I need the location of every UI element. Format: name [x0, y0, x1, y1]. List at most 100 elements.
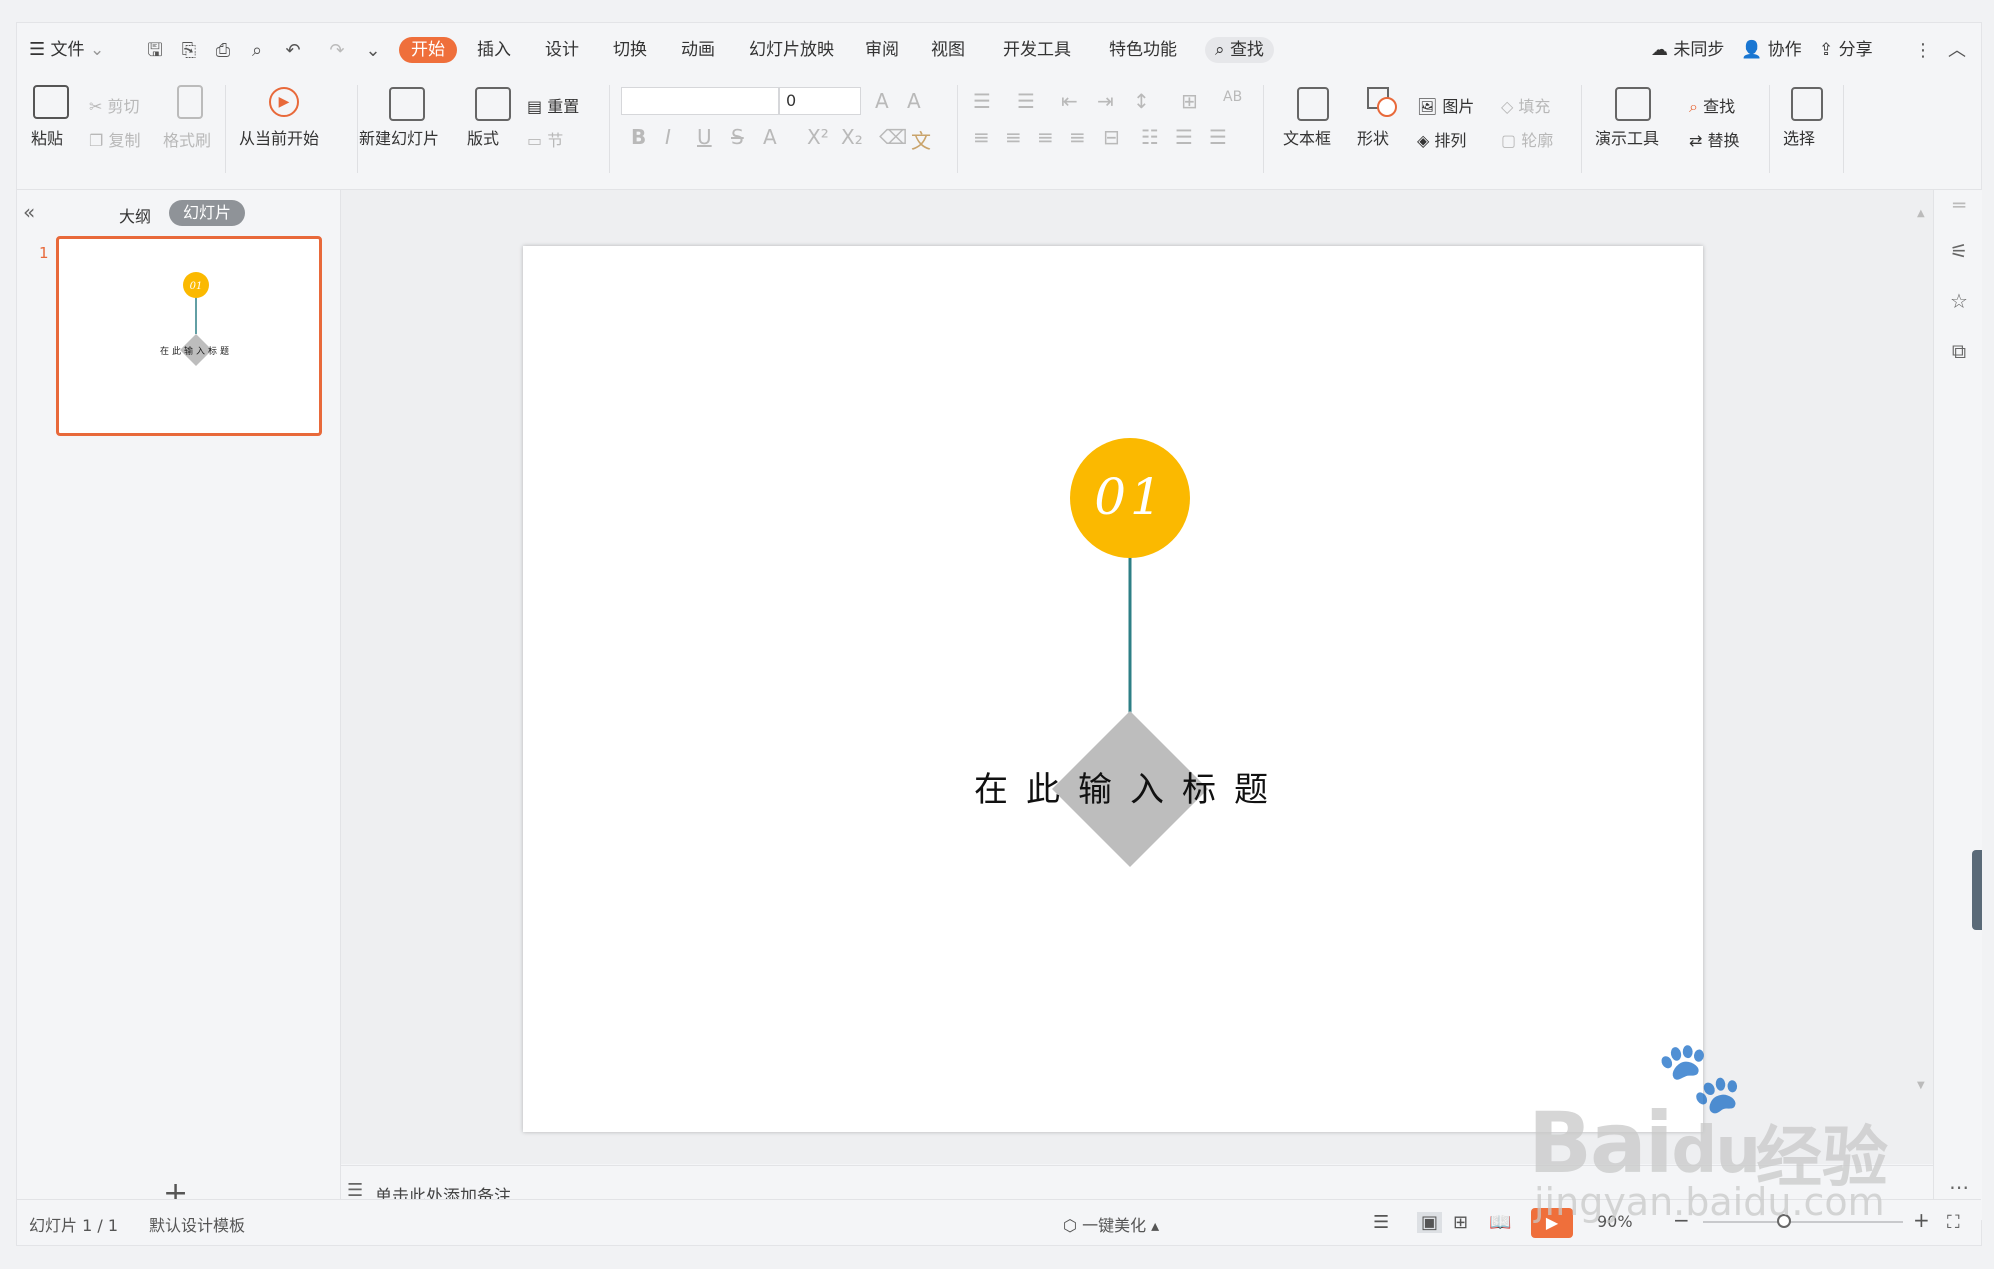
- paste-button[interactable]: 粘贴: [31, 125, 63, 149]
- paragraph-spacing-icon[interactable]: ☰: [1175, 125, 1193, 149]
- replace-button[interactable]: ⇄ 替换: [1689, 127, 1740, 151]
- print-icon[interactable]: ⎙: [213, 41, 233, 61]
- italic-icon[interactable]: I: [665, 125, 671, 149]
- bold-icon[interactable]: B: [631, 125, 646, 149]
- eraser-icon[interactable]: ⌫: [879, 125, 907, 149]
- strikethrough-icon[interactable]: S: [731, 125, 744, 149]
- notes-toggle-icon[interactable]: ☰: [1373, 1212, 1389, 1233]
- tab-special[interactable]: 特色功能: [1109, 37, 1177, 63]
- redo-icon[interactable]: ↷: [327, 41, 347, 61]
- paste-icon[interactable]: [33, 85, 69, 119]
- align-center-icon[interactable]: ≡: [1005, 125, 1022, 149]
- file-menu[interactable]: ☰ 文件 ⌄: [29, 37, 104, 63]
- present-tools-button[interactable]: 演示工具: [1595, 125, 1659, 149]
- animation-star-icon[interactable]: ☆: [1948, 290, 1970, 312]
- font-size-select[interactable]: 0: [779, 87, 861, 115]
- tab-insert[interactable]: 插入: [477, 37, 511, 63]
- tab-transitions[interactable]: 切换: [613, 37, 647, 63]
- picture-button[interactable]: 🖼 图片: [1417, 93, 1474, 117]
- tab-review[interactable]: 审阅: [865, 37, 899, 63]
- from-current-button[interactable]: 从当前开始: [239, 125, 319, 149]
- align-left-icon[interactable]: ≡: [973, 125, 990, 149]
- decrease-indent-icon[interactable]: ⇤: [1061, 89, 1078, 113]
- drag-handle-icon[interactable]: ═: [1948, 194, 1970, 216]
- share-button[interactable]: ⇪ 分享: [1819, 37, 1873, 63]
- customize-toolbar-icon[interactable]: ⌄: [363, 41, 383, 61]
- tab-design[interactable]: 设计: [545, 37, 579, 63]
- superscript-icon[interactable]: X²: [807, 125, 829, 149]
- shape-button[interactable]: 形状: [1357, 125, 1389, 149]
- grow-font-icon[interactable]: A: [875, 89, 889, 113]
- font-name-select[interactable]: [621, 87, 779, 115]
- find-button[interactable]: ⌕ 查找: [1689, 93, 1735, 117]
- layout-button[interactable]: 版式: [467, 125, 499, 149]
- save-icon[interactable]: 🖫: [145, 41, 165, 61]
- copy-button[interactable]: ❐ 复制: [89, 127, 140, 151]
- text-direction-icon[interactable]: ⊞: [1181, 89, 1198, 113]
- phonetic-icon[interactable]: 文: [911, 125, 931, 154]
- underline-icon[interactable]: U: [697, 125, 712, 149]
- copy-icon: ❐: [89, 131, 104, 150]
- divider: [609, 85, 610, 173]
- tab-slideshow[interactable]: 幻灯片放映: [749, 37, 834, 63]
- fit-window-icon[interactable]: ⛶: [1947, 1212, 1960, 1233]
- tab-animations[interactable]: 动画: [681, 37, 715, 63]
- collapse-ribbon-icon[interactable]: ︿: [1947, 41, 1967, 61]
- tab-slides[interactable]: 幻灯片: [169, 200, 246, 226]
- vertical-scrollbar[interactable]: ▲ ▼: [1917, 200, 1925, 1150]
- search-box[interactable]: ⌕ 查找: [1205, 37, 1274, 63]
- new-slide-button[interactable]: 新建幻灯片: [359, 125, 439, 149]
- shrink-font-icon[interactable]: A: [907, 89, 921, 113]
- align-right-icon[interactable]: ≡: [1037, 125, 1054, 149]
- format-painter-button[interactable]: 格式刷: [163, 127, 211, 151]
- reset-label: 重置: [547, 97, 580, 116]
- line-spacing-icon[interactable]: ↕: [1133, 89, 1150, 113]
- slide-sorter-icon[interactable]: ⊞: [1453, 1212, 1468, 1233]
- subscript-icon[interactable]: X₂: [841, 125, 863, 149]
- fill-button[interactable]: ◇ 填充: [1501, 93, 1550, 117]
- section-button[interactable]: ▭ 节: [527, 127, 563, 151]
- paragraph-options-icon[interactable]: ☰: [1209, 125, 1227, 149]
- tab-view[interactable]: 视图: [931, 37, 965, 63]
- tab-home[interactable]: 开始: [399, 37, 457, 63]
- zoom-in-icon[interactable]: +: [1913, 1208, 1930, 1232]
- bullet-list-icon[interactable]: ☰: [973, 89, 991, 113]
- collab-button[interactable]: 👤 协作: [1741, 37, 1802, 63]
- scroll-down-icon[interactable]: ▼: [1917, 1080, 1925, 1091]
- justify-icon[interactable]: ≡: [1069, 125, 1086, 149]
- increase-indent-icon[interactable]: ⇥: [1097, 89, 1114, 113]
- more-vertical-icon[interactable]: ⋮: [1913, 41, 1933, 61]
- transition-icon[interactable]: ⧉: [1948, 340, 1970, 362]
- cut-button[interactable]: ✂ 剪切: [89, 93, 140, 117]
- tab-outline[interactable]: 大纲: [119, 203, 151, 227]
- beautify-button[interactable]: ⬡ 一键美化 ▴: [1063, 1212, 1159, 1236]
- scissors-icon: ✂: [89, 97, 103, 116]
- undo-icon[interactable]: ↶: [283, 41, 303, 61]
- textbox-button[interactable]: 文本框: [1283, 125, 1331, 149]
- slide-thumbnail[interactable]: 01 在此输入标题: [56, 236, 322, 436]
- print-preview-icon[interactable]: ⌕: [247, 41, 267, 61]
- reset-button[interactable]: ▤ 重置: [527, 93, 579, 117]
- export-icon[interactable]: ⎘: [179, 41, 199, 61]
- more-horizontal-icon[interactable]: ⋯: [1948, 1176, 1970, 1198]
- text-format-icon[interactable]: AB: [1223, 89, 1242, 105]
- tab-developer[interactable]: 开发工具: [1003, 37, 1071, 63]
- outline-button[interactable]: ▢ 轮廓: [1501, 127, 1553, 151]
- editing-canvas: 01 在此输入标题 ▲ ▼: [341, 190, 1933, 1164]
- arrange-button[interactable]: ◈ 排列: [1417, 127, 1466, 151]
- reading-view-icon[interactable]: 📖: [1489, 1212, 1511, 1233]
- select-button[interactable]: 选择: [1783, 125, 1815, 149]
- divider: [1263, 85, 1264, 173]
- slide[interactable]: 01 在此输入标题: [523, 246, 1703, 1132]
- side-tab[interactable]: [1972, 850, 1982, 930]
- template-name[interactable]: 默认设计模板: [149, 1212, 245, 1236]
- numbered-list-icon[interactable]: ☰: [1017, 89, 1035, 113]
- properties-icon[interactable]: ⚟: [1948, 240, 1970, 262]
- normal-view-icon[interactable]: ▣: [1417, 1212, 1443, 1233]
- columns-icon[interactable]: ☷: [1141, 125, 1159, 149]
- font-color-icon[interactable]: A: [763, 125, 777, 149]
- distribute-icon[interactable]: ⊟: [1103, 125, 1120, 149]
- collapse-panel-icon[interactable]: «: [23, 200, 35, 224]
- sync-button[interactable]: ☁ 未同步: [1651, 37, 1724, 63]
- scroll-up-icon[interactable]: ▲: [1917, 208, 1925, 219]
